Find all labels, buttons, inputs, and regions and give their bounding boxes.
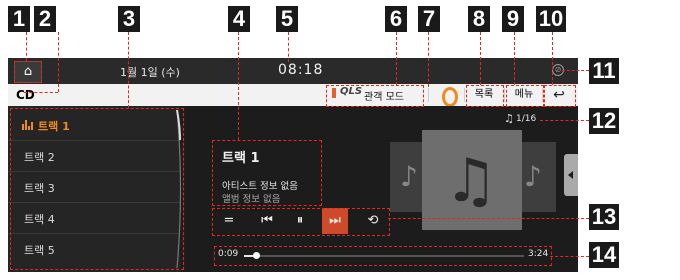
callout-leader-4 [238,32,239,140]
callout-leader-2v [58,32,59,92]
callout-7: 7 [418,6,440,32]
callout-leader-13 [388,218,589,219]
callout-box-1 [14,61,42,83]
divider [504,88,505,102]
callout-leader-14 [550,256,589,257]
callout-1: 1 [8,6,30,32]
callout-box-6 [326,85,424,107]
clock-display: 08:18 [278,62,324,78]
callout-14: 14 [589,242,619,268]
divider [464,88,465,102]
callout-leader-5 [288,32,289,62]
callout-box-10 [544,85,576,107]
album-art-next[interactable]: ♪ [518,142,556,212]
callout-leader-3 [128,32,129,108]
sound-effect-button[interactable] [434,85,464,107]
callout-box-9 [506,85,544,107]
callout-8: 8 [468,6,490,32]
sound-effect-icon [442,87,458,107]
callout-leader-7 [428,32,429,87]
side-panel-tab[interactable] [564,154,578,196]
callout-leader-11 [562,70,589,71]
callout-6: 6 [385,6,407,32]
divider [428,88,429,102]
callout-5: 5 [276,6,298,32]
callout-3: 3 [118,6,140,32]
music-note-icon: ♫ [444,146,498,216]
callout-leader-8 [480,32,481,85]
callout-leader-6 [396,32,397,85]
source-label: CD [16,88,35,102]
callout-13: 13 [589,204,619,230]
callout-box-13 [212,208,390,236]
callout-box-4 [212,140,322,206]
callout-box-14 [214,246,552,266]
callout-box-3 [10,108,184,270]
callout-leader-9 [514,32,515,85]
album-art: ♫ [422,130,522,230]
callout-leader-10 [552,32,553,85]
callout-4: 4 [228,6,250,32]
callout-12: 12 [589,108,619,134]
music-note-icon: ♫ [504,112,514,125]
callout-leader-2 [24,92,58,93]
callout-2: 2 [34,6,56,32]
callout-box-8 [466,85,504,107]
callout-10: 10 [536,6,566,32]
callout-11: 11 [589,58,619,84]
callout-9: 9 [502,6,524,32]
track-count: 1/16 [516,114,537,124]
callout-leader-12 [540,120,589,121]
callout-leader-1 [26,32,27,61]
